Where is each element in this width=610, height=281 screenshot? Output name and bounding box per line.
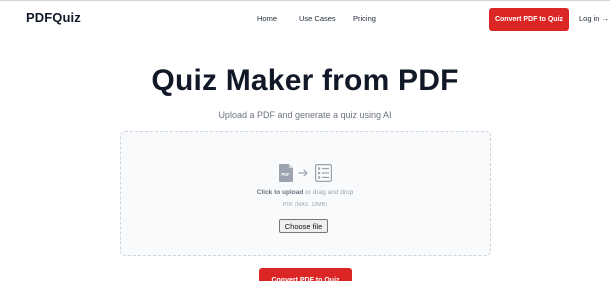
arrow-right-icon	[298, 169, 308, 177]
pdf-file-icon: PDF	[279, 164, 293, 182]
header-convert-button[interactable]: Convert PDF to Quiz	[489, 8, 569, 31]
choose-file-button[interactable]: Choose file	[279, 219, 328, 233]
upload-instructions: Click to upload or drag and drop	[0, 189, 610, 196]
site-header: PDFQuiz Home Use Cases Pricing Convert P…	[0, 1, 610, 38]
click-to-upload-label[interactable]: Click to upload	[257, 189, 304, 196]
file-size-hint: PDF (MAX. 10MB)	[282, 202, 328, 208]
nav-link-home[interactable]: Home	[257, 14, 277, 23]
drag-drop-label: or drag and drop	[303, 189, 354, 196]
page-subtitle: Upload a PDF and generate a quiz using A…	[218, 110, 392, 120]
convert-pdf-button[interactable]: Convert PDF to Quiz	[259, 268, 352, 281]
pdf-icon-label: PDF	[281, 172, 290, 177]
logo[interactable]: PDFQuiz	[26, 10, 81, 25]
nav-link-use-cases[interactable]: Use Cases	[299, 14, 336, 23]
login-link[interactable]: Log in →	[579, 14, 609, 23]
page-title: Quiz Maker from PDF	[151, 64, 459, 97]
checklist-icon	[315, 164, 332, 182]
nav-link-pricing[interactable]: Pricing	[353, 14, 376, 23]
